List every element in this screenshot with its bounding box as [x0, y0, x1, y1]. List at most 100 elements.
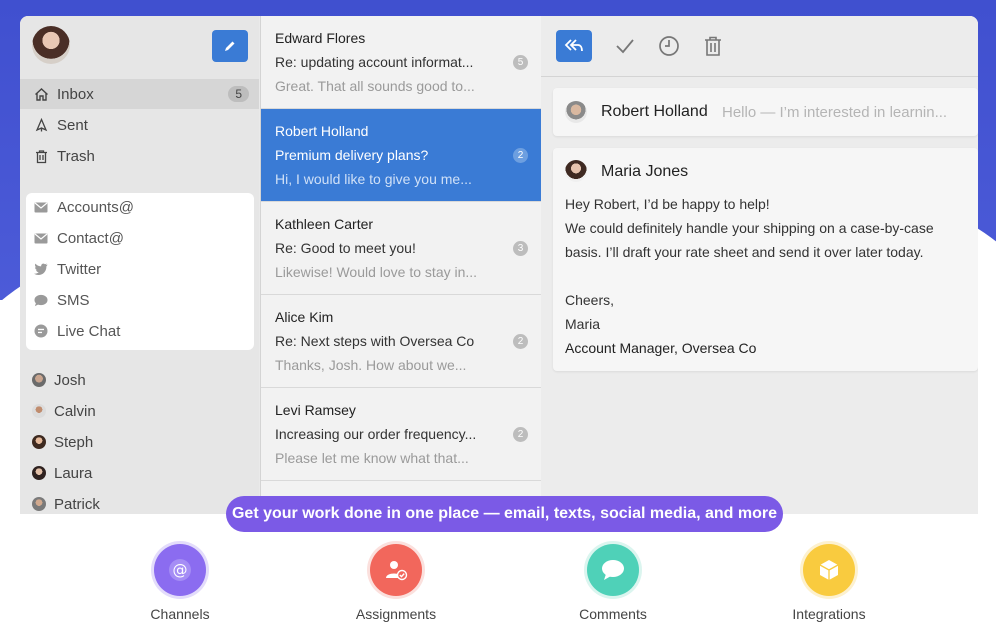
pencil-icon: [225, 41, 235, 51]
sms-icon: [34, 293, 48, 307]
message-line: Maria: [565, 316, 601, 332]
message-count-badge: 2: [513, 334, 528, 349]
trash-icon: [33, 148, 49, 164]
envelope-icon: [34, 231, 48, 245]
preview: Likewise! Would love to stay in...: [275, 264, 478, 280]
channel-label: Accounts@: [57, 198, 134, 216]
channel-label: SMS: [57, 291, 90, 309]
teammate-label: Josh: [54, 371, 86, 389]
avatar: [32, 404, 46, 418]
message-sender: Robert Holland: [601, 103, 708, 120]
conversation-row[interactable]: Levi Ramsey Increasing our order frequen…: [261, 388, 541, 481]
reply-all-button[interactable]: [556, 30, 592, 62]
conversation-row[interactable]: Kathleen Carter Re: Good to meet you! Li…: [261, 202, 541, 295]
reply-message: Maria Jones Hey Robert, I’d be happy to …: [553, 148, 978, 371]
message-count-badge: 3: [513, 241, 528, 256]
app-window: Inbox 5 Sent Trash Accounts@ Contact@ Tw…: [20, 16, 978, 514]
teammate-calvin[interactable]: Calvin: [20, 397, 259, 425]
compose-button[interactable]: [212, 30, 248, 62]
sidebar: Inbox 5 Sent Trash Accounts@ Contact@ Tw…: [20, 16, 259, 514]
feature-channels[interactable]: @ Channels: [120, 542, 240, 622]
avatar: [565, 160, 587, 182]
avatar: [32, 466, 46, 480]
feature-label: Channels: [150, 606, 210, 622]
feature-assignments[interactable]: Assignments: [336, 542, 456, 622]
preview: Please let me know what that...: [275, 450, 469, 466]
sidebar-item-label: Sent: [57, 116, 88, 134]
preview: Hi, I would like to give you me...: [275, 171, 472, 187]
message-count-badge: 2: [513, 427, 528, 442]
sender-name: Alice Kim: [275, 309, 334, 325]
teammate-label: Patrick: [54, 495, 100, 513]
archive-button[interactable]: [614, 35, 636, 57]
message-line: Hey Robert, I’d be happy to help!: [565, 196, 770, 212]
message-line: basis. I’ll draft your rate sheet and se…: [565, 244, 924, 260]
feature-label: Comments: [579, 606, 647, 622]
envelope-icon: [34, 200, 48, 214]
delete-button[interactable]: [702, 35, 724, 57]
message-sender: Maria Jones: [601, 163, 689, 180]
feature-banner: Get your work done in one place — email,…: [226, 496, 783, 532]
inbox-count-badge: 5: [228, 86, 249, 102]
subject: Re: Good to meet you!: [275, 240, 416, 256]
message-line: We could definitely handle your shipping…: [565, 220, 934, 236]
subject: Re: Next steps with Oversea Co: [275, 333, 475, 349]
at-icon: @: [154, 544, 206, 596]
preview: Thanks, Josh. How about we...: [275, 357, 467, 373]
avatar: [32, 497, 46, 511]
message-preview: Hello — I’m interested in learnin...: [722, 104, 948, 121]
conversation-row[interactable]: Alice Kim Re: Next steps with Oversea Co…: [261, 295, 541, 388]
sidebar-item-sent[interactable]: Sent: [20, 110, 259, 140]
channel-twitter[interactable]: Twitter: [26, 255, 254, 283]
sidebar-item-trash[interactable]: Trash: [20, 141, 259, 171]
svg-text:@: @: [173, 561, 188, 579]
sidebar-item-label: Inbox: [57, 85, 94, 103]
teammate-label: Steph: [54, 433, 94, 451]
conversation-row-selected[interactable]: Robert Holland Premium delivery plans? H…: [261, 109, 541, 202]
channel-label: Twitter: [57, 260, 102, 278]
feature-integrations[interactable]: Integrations: [769, 542, 889, 622]
feature-label: Integrations: [792, 606, 866, 622]
teammate-steph[interactable]: Steph: [20, 428, 259, 456]
feature-label: Assignments: [355, 606, 437, 622]
feature-comments[interactable]: Comments: [553, 542, 673, 622]
avatar: [565, 101, 587, 123]
conversation-list: Edward Flores Re: updating account infor…: [260, 16, 542, 514]
channel-accounts[interactable]: Accounts@: [26, 193, 254, 221]
subject: Increasing our order frequency...: [275, 426, 477, 442]
subject: Re: updating account informat...: [275, 54, 474, 70]
conversation-row[interactable]: Edward Flores Re: updating account infor…: [261, 16, 541, 109]
teammate-label: Calvin: [54, 402, 96, 420]
incoming-message-collapsed[interactable]: Robert Holland Hello — I’m interested in…: [553, 88, 978, 136]
sender-name: Levi Ramsey: [275, 402, 356, 418]
message-signature: Account Manager, Oversea Co: [565, 340, 757, 356]
message-count-badge: 5: [513, 55, 528, 70]
avatar: [32, 435, 46, 449]
conversation-detail: Robert Holland Hello — I’m interested in…: [541, 16, 978, 514]
channel-live-chat[interactable]: Live Chat: [26, 317, 254, 345]
user-avatar[interactable]: [32, 26, 70, 64]
trash-icon: [705, 36, 721, 56]
teammate-patrick[interactable]: Patrick: [20, 490, 259, 514]
avatar: [32, 373, 46, 387]
live-chat-icon: [34, 324, 48, 338]
clock-icon: [659, 36, 679, 56]
snooze-button[interactable]: [658, 35, 680, 57]
channel-contact[interactable]: Contact@: [26, 224, 254, 252]
detail-toolbar: [541, 16, 978, 77]
reply-all-icon: [564, 39, 583, 52]
channels-panel: Accounts@ Contact@ Twitter SMS Live Chat: [26, 193, 254, 350]
teammate-josh[interactable]: Josh: [20, 366, 259, 394]
sender-name: Robert Holland: [275, 123, 369, 139]
checkmark-icon: [616, 39, 634, 54]
teammate-laura[interactable]: Laura: [20, 459, 259, 487]
teammate-label: Laura: [54, 464, 93, 482]
channel-sms[interactable]: SMS: [26, 286, 254, 314]
sender-name: Edward Flores: [275, 30, 366, 46]
message-count-badge: 2: [513, 148, 528, 163]
sidebar-item-inbox[interactable]: Inbox 5: [20, 79, 259, 109]
comment-icon: [587, 544, 639, 596]
message-line: Cheers,: [565, 292, 615, 308]
channel-label: Live Chat: [57, 322, 121, 340]
preview: Great. That all sounds good to...: [275, 78, 475, 94]
